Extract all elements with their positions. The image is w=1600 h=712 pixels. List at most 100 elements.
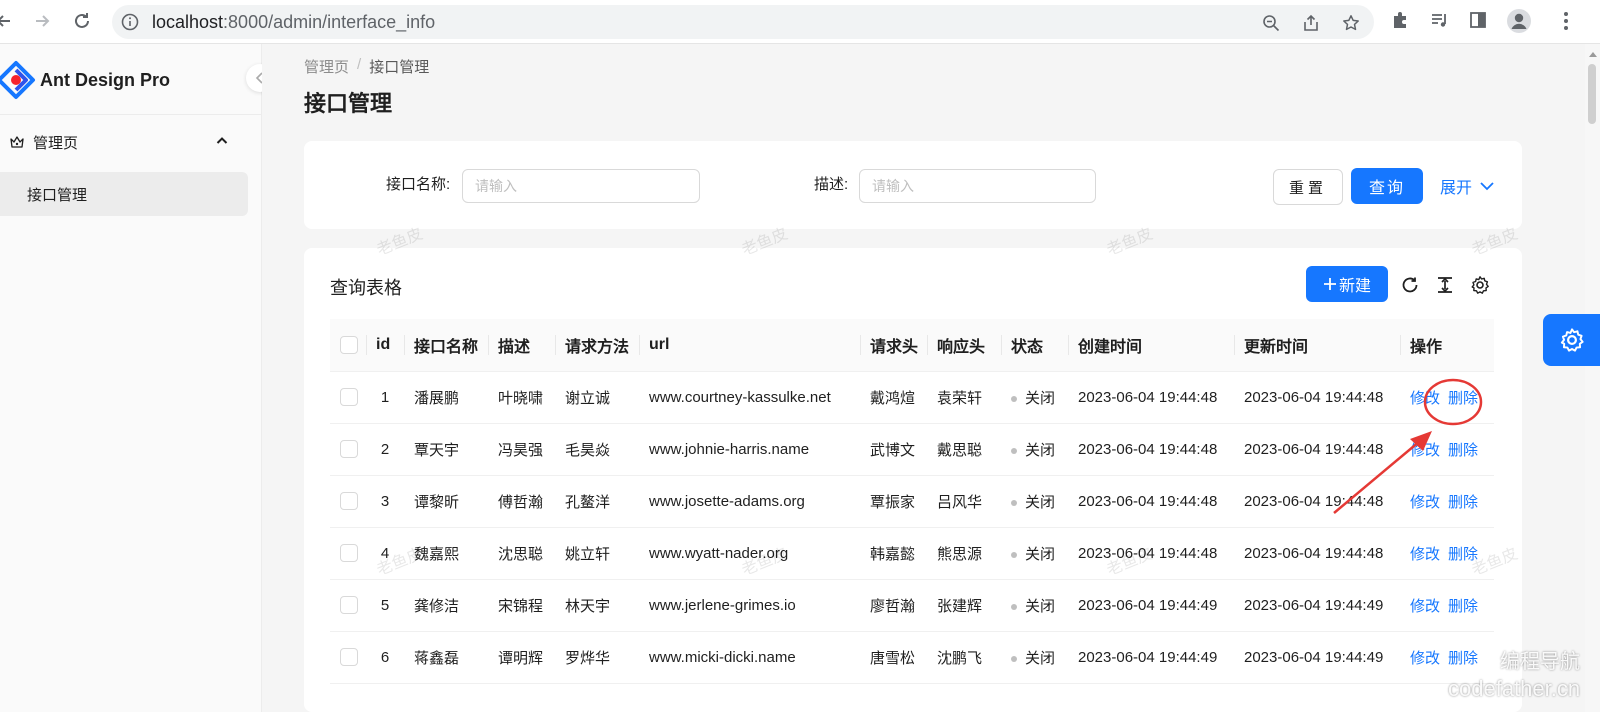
cell-request-header: 戴鸿煊 bbox=[860, 371, 927, 424]
column-header-name[interactable]: 接口名称 bbox=[404, 319, 488, 372]
brand[interactable]: Ant Design Pro bbox=[0, 58, 170, 102]
column-header-url[interactable]: url bbox=[639, 319, 860, 372]
back-icon[interactable] bbox=[0, 8, 18, 34]
column-header-description[interactable]: 描述 bbox=[488, 319, 555, 372]
table-row: 6 蒋鑫磊 谭明辉 罗烨华 www.micki-dicki.name 唐雪松 沈… bbox=[330, 631, 1494, 684]
cell-status: 关闭 bbox=[1001, 527, 1068, 580]
select-all-checkbox[interactable] bbox=[340, 335, 358, 354]
zoom-icon[interactable] bbox=[1262, 14, 1280, 32]
scroll-up-arrow-icon[interactable] bbox=[1589, 52, 1597, 57]
cell-method: 谢立诚 bbox=[555, 371, 639, 424]
interface-name-input[interactable] bbox=[462, 169, 700, 203]
cell-id: 6 bbox=[366, 631, 404, 684]
page-scrollbar[interactable] bbox=[1585, 44, 1600, 712]
cell-url: www.jerlene-grimes.io bbox=[639, 579, 860, 632]
browser-menu-icon[interactable] bbox=[1562, 11, 1570, 31]
description-input[interactable] bbox=[859, 169, 1096, 203]
media-control-icon[interactable] bbox=[1429, 10, 1449, 30]
cell-method: 姚立轩 bbox=[555, 527, 639, 580]
row-checkbox[interactable] bbox=[340, 492, 358, 511]
breadcrumb-root[interactable]: 管理页 bbox=[304, 56, 349, 77]
reload-icon[interactable] bbox=[68, 8, 96, 34]
column-header-status[interactable]: 状态 bbox=[1001, 319, 1068, 372]
delete-link[interactable]: 删除 bbox=[1448, 494, 1478, 511]
query-button[interactable]: 查询 bbox=[1351, 168, 1423, 204]
site-watermark-url: codefather.cn bbox=[1448, 676, 1581, 701]
edit-link[interactable]: 修改 bbox=[1410, 494, 1440, 511]
cell-request-header: 唐雪松 bbox=[860, 631, 927, 684]
table-row: 1 潘展鹏 叶晓啸 谢立诚 www.courtney-kassulke.net … bbox=[330, 371, 1494, 424]
column-height-icon[interactable] bbox=[1435, 275, 1455, 295]
column-header-updated-time[interactable]: 更新时间 bbox=[1234, 319, 1400, 372]
expand-label: 展开 bbox=[1440, 180, 1473, 197]
profile-avatar-icon[interactable] bbox=[1506, 8, 1532, 34]
side-panel-icon[interactable] bbox=[1468, 10, 1488, 30]
share-icon[interactable] bbox=[1302, 14, 1320, 32]
breadcrumb: 管理页 / 接口管理 bbox=[304, 56, 429, 77]
status-dot bbox=[1011, 499, 1017, 506]
reload-table-icon[interactable] bbox=[1400, 275, 1420, 295]
column-header-request-header[interactable]: 请求头 bbox=[860, 319, 927, 372]
cell-name: 谭黎昕 bbox=[404, 475, 488, 528]
new-button-label: 新建 bbox=[1338, 278, 1371, 295]
delete-link[interactable]: 删除 bbox=[1448, 390, 1478, 407]
cell-url: www.micki-dicki.name bbox=[639, 631, 860, 684]
extensions-puzzle-icon[interactable] bbox=[1390, 10, 1410, 30]
cell-updated: 2023-06-04 19:44:49 bbox=[1234, 631, 1400, 684]
reset-button[interactable]: 重置 bbox=[1273, 169, 1343, 205]
sidebar-item-interface-management[interactable]: 接口管理 bbox=[0, 172, 248, 216]
row-checkbox[interactable] bbox=[340, 440, 358, 459]
column-header-method[interactable]: 请求方法 bbox=[555, 319, 639, 372]
status-text: 关闭 bbox=[1025, 597, 1056, 615]
cell-id: 1 bbox=[366, 371, 404, 424]
cell-actions: 修改 删除 bbox=[1400, 527, 1494, 580]
cell-updated: 2023-06-04 19:44:48 bbox=[1234, 371, 1400, 424]
column-header-created-time[interactable]: 创建时间 bbox=[1068, 319, 1234, 372]
column-header-id[interactable]: id bbox=[366, 319, 404, 372]
status-text: 关闭 bbox=[1025, 441, 1056, 459]
edit-link[interactable]: 修改 bbox=[1410, 650, 1440, 667]
delete-link[interactable]: 删除 bbox=[1448, 442, 1478, 459]
cell-request-header: 覃振家 bbox=[860, 475, 927, 528]
delete-link[interactable]: 删除 bbox=[1448, 546, 1478, 563]
sidebar-group-admin[interactable]: 管理页 bbox=[0, 122, 248, 162]
status-dot bbox=[1011, 603, 1017, 610]
bookmark-star-icon[interactable] bbox=[1342, 14, 1360, 32]
status-text: 关闭 bbox=[1025, 649, 1056, 667]
cell-actions: 修改 删除 bbox=[1400, 423, 1494, 476]
site-info-icon[interactable] bbox=[120, 12, 140, 32]
brand-title: Ant Design Pro bbox=[40, 69, 171, 90]
scrollbar-thumb[interactable] bbox=[1588, 64, 1596, 124]
edit-link[interactable]: 修改 bbox=[1410, 546, 1440, 563]
interface-name-label: 接口名称: bbox=[386, 176, 451, 193]
delete-link[interactable]: 删除 bbox=[1448, 598, 1478, 615]
search-form: 接口名称: 描述: 重置 查询 展开 bbox=[304, 141, 1522, 229]
expand-button[interactable]: 展开 bbox=[1440, 171, 1494, 201]
cell-description: 叶晓啸 bbox=[488, 371, 555, 424]
forward-icon[interactable] bbox=[28, 8, 56, 34]
column-header-response-header[interactable]: 响应头 bbox=[927, 319, 1001, 372]
settings-gear-icon[interactable] bbox=[1470, 275, 1490, 295]
address-text[interactable]: localhost:8000/admin/interface_info bbox=[152, 5, 435, 39]
cell-actions: 修改 删除 bbox=[1400, 371, 1494, 424]
cell-name: 潘展鹏 bbox=[404, 371, 488, 424]
row-checkbox[interactable] bbox=[340, 388, 358, 407]
settings-drawer-button[interactable] bbox=[1543, 314, 1600, 366]
cell-response-header: 袁荣轩 bbox=[927, 371, 1001, 424]
row-checkbox[interactable] bbox=[340, 544, 358, 563]
delete-link[interactable]: 删除 bbox=[1448, 650, 1478, 667]
new-button[interactable]: 新建 bbox=[1306, 266, 1388, 302]
edit-link[interactable]: 修改 bbox=[1410, 390, 1440, 407]
row-checkbox[interactable] bbox=[340, 648, 358, 667]
row-select-cell bbox=[330, 423, 366, 476]
cell-response-header: 熊思源 bbox=[927, 527, 1001, 580]
status-text: 关闭 bbox=[1025, 545, 1056, 563]
cell-method: 毛昊焱 bbox=[555, 423, 639, 476]
edit-link[interactable]: 修改 bbox=[1410, 442, 1440, 459]
address-bar[interactable]: localhost:8000/admin/interface_info bbox=[112, 5, 1374, 39]
sidebar-group-label: 管理页 bbox=[33, 134, 79, 152]
settings-gear-icon bbox=[1560, 328, 1584, 352]
row-checkbox[interactable] bbox=[340, 596, 358, 615]
edit-link[interactable]: 修改 bbox=[1410, 598, 1440, 615]
cell-response-header: 沈鹏飞 bbox=[927, 631, 1001, 684]
